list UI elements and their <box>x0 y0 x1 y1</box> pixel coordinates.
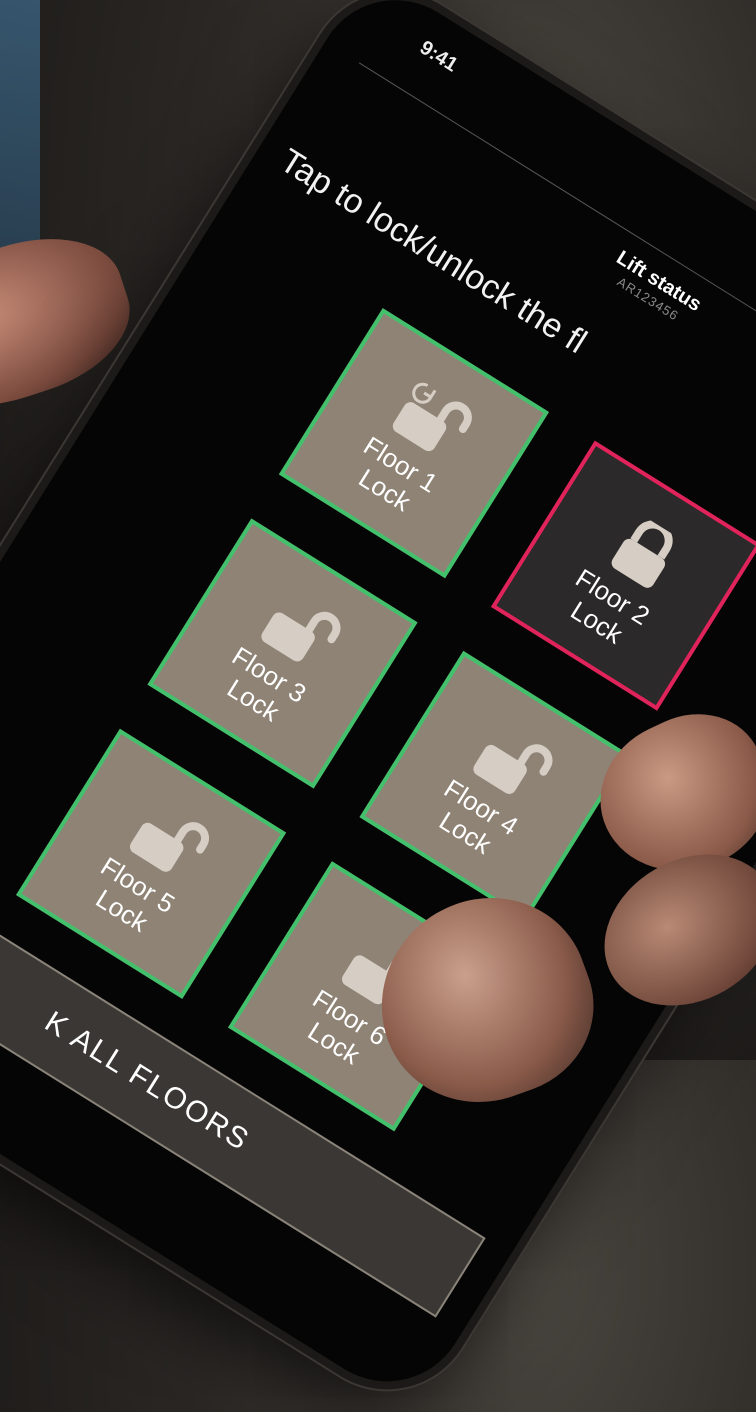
floor-3-tile[interactable]: Floor 3 Lock <box>147 518 418 789</box>
phone-frame: 9:41 Lift status AR123456 Tap to lock/un… <box>0 0 756 1412</box>
floor-1-tile[interactable]: Floor 1 Lock <box>278 308 549 579</box>
background-blue-panel <box>0 0 40 280</box>
status-time: 9:41 <box>415 36 462 77</box>
floor-5-tile[interactable]: Floor 5 Lock <box>16 728 287 999</box>
floor-2-tile[interactable]: Floor 2 Lock <box>490 440 756 711</box>
phone-screen: 9:41 Lift status AR123456 Tap to lock/un… <box>0 0 756 1412</box>
floor-4-tile[interactable]: Floor 4 Lock <box>359 650 630 922</box>
instruction-text: Tap to lock/unlock the fl <box>273 141 594 362</box>
